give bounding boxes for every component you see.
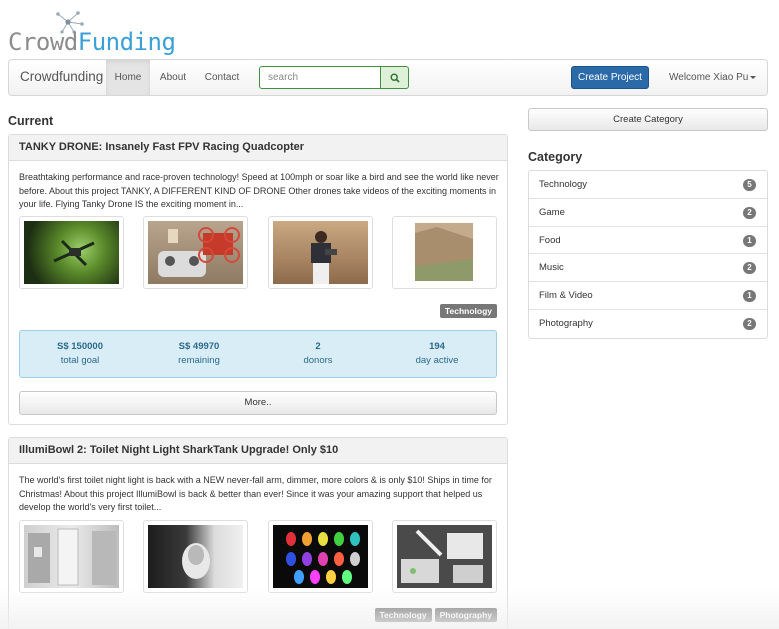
project-card: TANKY DRONE: Insanely Fast FPV Racing Qu… bbox=[8, 134, 508, 425]
user-menu-dropdown[interactable]: Welcome Xiao Pu bbox=[669, 60, 757, 95]
category-item-food[interactable]: Food 1 bbox=[529, 227, 767, 255]
project-card: IllumiBowl 2: Toilet Night Light SharkTa… bbox=[8, 437, 508, 629]
create-category-button[interactable]: Create Category bbox=[528, 108, 768, 131]
category-heading: Category bbox=[528, 150, 583, 164]
more-button[interactable]: More.. bbox=[19, 391, 497, 415]
nav-contact[interactable]: Contact bbox=[203, 60, 241, 95]
stat-value: S$ 150000 bbox=[57, 341, 103, 352]
pilot-image bbox=[311, 231, 337, 284]
category-label: Game bbox=[539, 206, 565, 218]
search-icon bbox=[389, 72, 400, 83]
stat-label: donors bbox=[303, 355, 333, 366]
stat-label: remaining bbox=[178, 355, 220, 366]
top-navbar: Crowdfunding Home About Contact Create P… bbox=[8, 59, 768, 96]
category-item-film-video[interactable]: Film & Video 1 bbox=[529, 282, 767, 310]
project-title[interactable]: TANKY DRONE: Insanely Fast FPV Racing Qu… bbox=[9, 135, 507, 161]
category-label: Food bbox=[539, 234, 561, 246]
welcome-label: Welcome Xiao Pu bbox=[669, 72, 749, 83]
category-count-badge: 2 bbox=[743, 317, 756, 330]
create-project-button[interactable]: Create Project bbox=[571, 66, 649, 89]
project-image-thumbnail[interactable] bbox=[268, 520, 373, 593]
category-count-badge: 1 bbox=[743, 290, 756, 303]
stat-days-active: 194 day active bbox=[377, 331, 497, 366]
logo-funding: Funding bbox=[77, 28, 176, 56]
stat-value: 2 bbox=[315, 341, 321, 352]
tag-badge[interactable]: Photography bbox=[434, 608, 497, 622]
drone-kit-image bbox=[158, 227, 240, 277]
stat-label: total goal bbox=[60, 355, 100, 366]
project-tags: Technology bbox=[439, 304, 497, 318]
stat-remaining: S$ 49970 remaining bbox=[139, 331, 259, 366]
project-title[interactable]: IllumiBowl 2: Toilet Night Light SharkTa… bbox=[9, 438, 507, 464]
toilet-light-image bbox=[28, 528, 116, 586]
category-item-game[interactable]: Game 2 bbox=[529, 199, 767, 227]
project-image-thumbnail[interactable] bbox=[19, 520, 124, 593]
project-tags: Technology Photography bbox=[374, 608, 497, 622]
stat-value: S$ 49970 bbox=[178, 341, 220, 352]
category-count-badge: 2 bbox=[743, 262, 756, 275]
stat-label: day active bbox=[415, 355, 459, 366]
navbar-brand[interactable]: Crowdfunding bbox=[20, 69, 103, 84]
category-list: Technology 5 Game 2 Food 1 Music 2 Film … bbox=[528, 170, 768, 339]
search-input[interactable] bbox=[259, 66, 381, 89]
project-image-thumbnail[interactable] bbox=[19, 216, 124, 289]
crowdfunding-logo[interactable]: CrowdFunding bbox=[6, 8, 186, 60]
project-description: The world's first toilet night light is … bbox=[19, 475, 492, 512]
tag-badge[interactable]: Technology bbox=[439, 304, 497, 318]
search-button[interactable] bbox=[380, 66, 409, 89]
category-item-technology[interactable]: Technology 5 bbox=[529, 171, 767, 199]
stat-donors: 2 donors bbox=[258, 331, 378, 366]
product-contents-image bbox=[401, 529, 483, 583]
category-count-badge: 2 bbox=[743, 206, 756, 219]
nav-home[interactable]: Home bbox=[106, 60, 150, 95]
project-image-thumbnail[interactable] bbox=[392, 216, 497, 289]
caret-down-icon bbox=[750, 75, 757, 79]
category-item-music[interactable]: Music 2 bbox=[529, 254, 767, 283]
category-label: Music bbox=[539, 262, 564, 274]
landscape-image bbox=[415, 223, 473, 281]
current-heading: Current bbox=[8, 114, 54, 128]
project-image-thumbnail[interactable] bbox=[268, 216, 373, 289]
category-count-badge: 1 bbox=[743, 234, 756, 247]
project-image-thumbnail[interactable] bbox=[392, 520, 497, 593]
tag-badge[interactable]: Technology bbox=[374, 608, 432, 622]
project-image-thumbnail[interactable] bbox=[143, 520, 248, 593]
logo-crowd: Crowd bbox=[8, 28, 78, 56]
category-item-photography[interactable]: Photography 2 bbox=[529, 310, 767, 338]
stat-value: 194 bbox=[429, 341, 445, 352]
project-stats: S$ 150000 total goal S$ 49970 remaining … bbox=[19, 330, 497, 378]
stat-total-goal: S$ 150000 total goal bbox=[20, 331, 140, 366]
project-description: Breathtaking performance and race-proven… bbox=[19, 172, 499, 209]
drone-image bbox=[53, 239, 95, 267]
nav-about[interactable]: About bbox=[158, 60, 188, 95]
category-label: Technology bbox=[539, 179, 588, 190]
category-count-badge: 5 bbox=[743, 179, 756, 191]
toilet-bowl-image bbox=[182, 543, 210, 579]
color-lights-image bbox=[286, 532, 360, 584]
category-label: Film & Video bbox=[539, 290, 593, 302]
project-image-thumbnail[interactable] bbox=[143, 216, 248, 289]
logo-text: CrowdFunding bbox=[8, 28, 176, 56]
category-label: Photography bbox=[539, 317, 593, 329]
